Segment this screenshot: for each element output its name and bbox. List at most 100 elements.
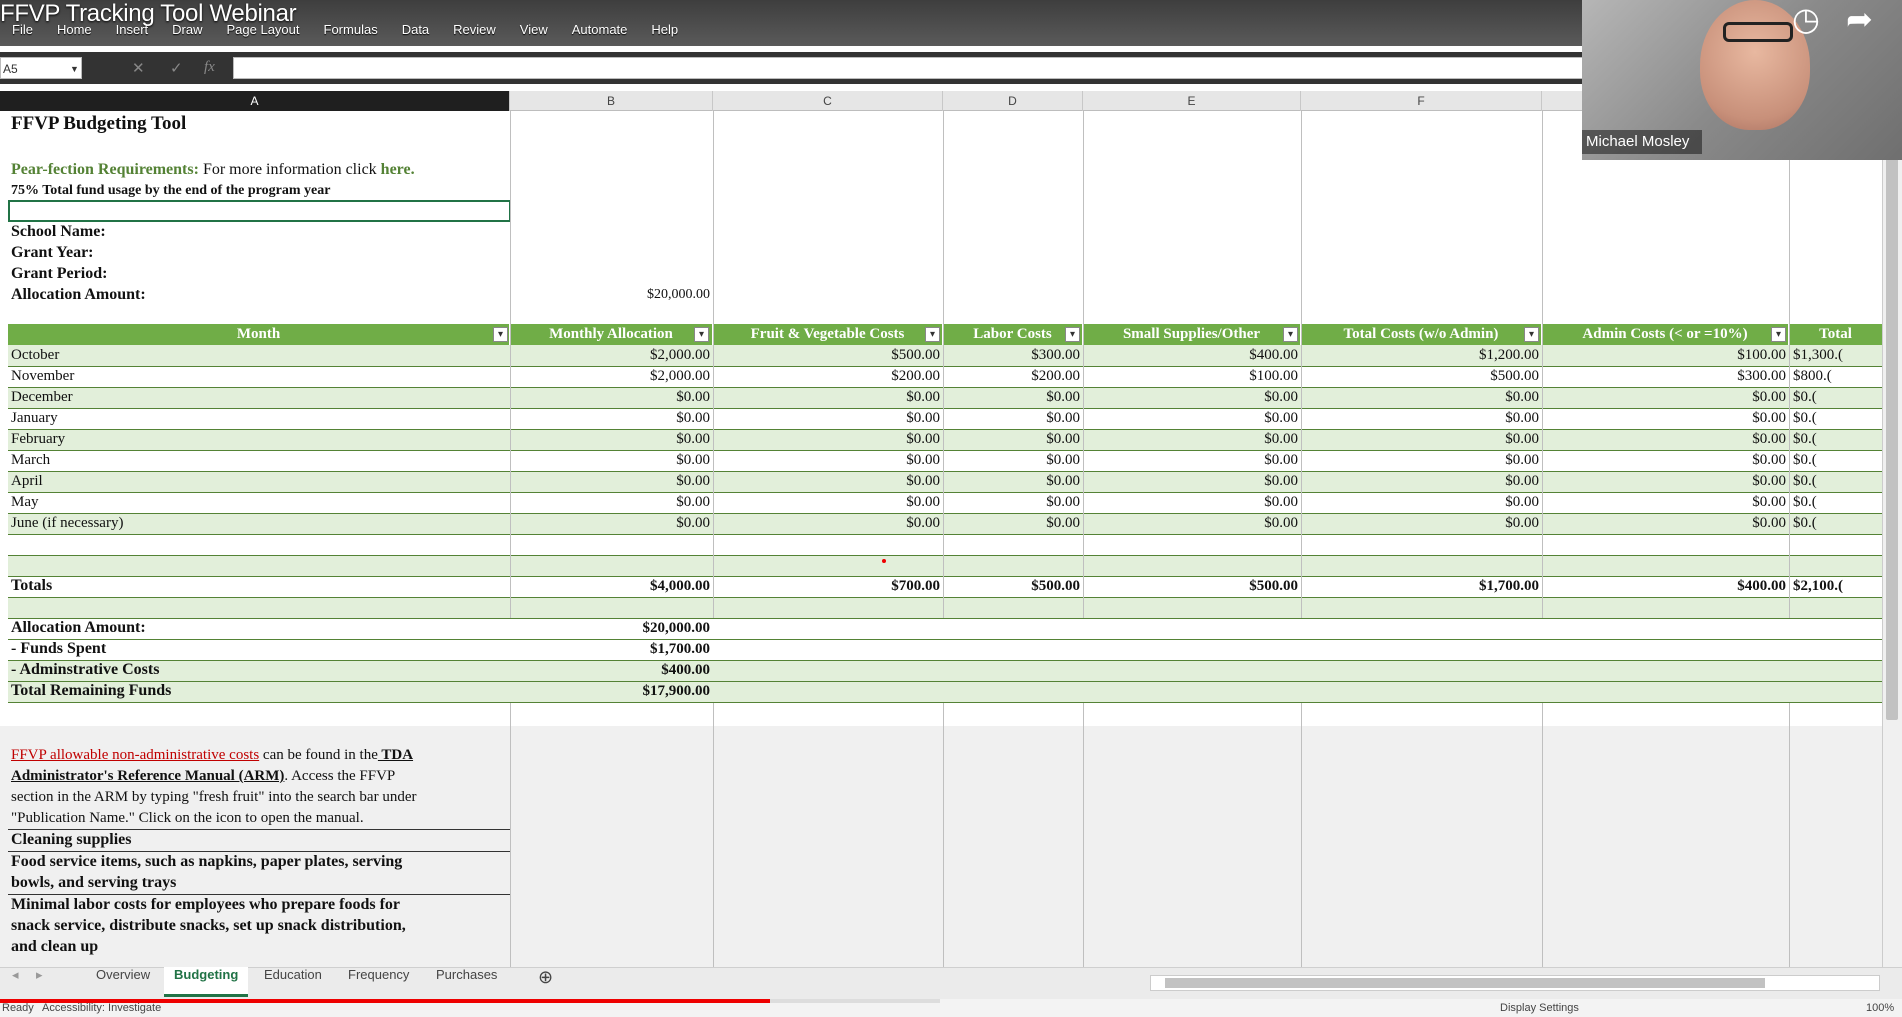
- tab-budgeting[interactable]: Budgeting: [164, 967, 249, 997]
- cell-month[interactable]: November: [11, 366, 506, 386]
- cell-small-supplies-cost[interactable]: $0.00: [1086, 471, 1298, 491]
- cell-fruit-vegetable-cost[interactable]: $0.00: [716, 513, 940, 533]
- cell-monthly-allocation[interactable]: $0.00: [513, 429, 710, 449]
- cell-month[interactable]: March: [11, 450, 506, 470]
- cell-labor-cost[interactable]: $0.00: [946, 492, 1080, 512]
- menu-home[interactable]: Home: [45, 19, 104, 41]
- cell-monthly-allocation[interactable]: $0.00: [513, 450, 710, 470]
- menu-help[interactable]: Help: [639, 19, 690, 41]
- filter-dropdown-icon[interactable]: ▾: [1065, 327, 1080, 342]
- cell-total-cost[interactable]: $0.00: [1304, 429, 1539, 449]
- cell-total[interactable]: $0.(: [1793, 471, 1882, 491]
- cell-small-supplies-cost[interactable]: $100.00: [1086, 366, 1298, 386]
- cell-admin-cost[interactable]: $100.00: [1545, 345, 1786, 365]
- cell-total-cost[interactable]: $0.00: [1304, 450, 1539, 470]
- allowable-costs-link[interactable]: FFVP allowable non-administrative costs: [11, 747, 259, 763]
- add-sheet-icon[interactable]: ⊕: [528, 967, 563, 997]
- check-icon[interactable]: ✓: [170, 59, 183, 77]
- cell-month[interactable]: January: [11, 408, 506, 428]
- cell-month[interactable]: December: [11, 387, 506, 407]
- filter-dropdown-icon[interactable]: ▾: [493, 327, 508, 342]
- cell-small-supplies-cost[interactable]: $0.00: [1086, 429, 1298, 449]
- cell-monthly-allocation[interactable]: $0.00: [513, 492, 710, 512]
- column-header-e[interactable]: E: [1083, 91, 1301, 111]
- cell-admin-cost[interactable]: $0.00: [1545, 492, 1786, 512]
- tab-scroll-right-icon[interactable]: ▸: [26, 967, 53, 997]
- cell-total-cost[interactable]: $0.00: [1304, 471, 1539, 491]
- selected-cell[interactable]: [8, 200, 511, 222]
- cell-fruit-vegetable-cost[interactable]: $0.00: [716, 408, 940, 428]
- filter-dropdown-icon[interactable]: ▾: [925, 327, 940, 342]
- cell-total-cost[interactable]: $0.00: [1304, 387, 1539, 407]
- arm-link-part2[interactable]: Administrator's Reference Manual (ARM): [11, 768, 284, 784]
- tab-scroll-left-icon[interactable]: ◂: [2, 967, 29, 997]
- cell-monthly-allocation[interactable]: $0.00: [513, 408, 710, 428]
- cell-monthly-allocation[interactable]: $0.00: [513, 471, 710, 491]
- cell-monthly-allocation[interactable]: $0.00: [513, 513, 710, 533]
- cell-admin-cost[interactable]: $0.00: [1545, 471, 1786, 491]
- cell-fruit-vegetable-cost[interactable]: $0.00: [716, 387, 940, 407]
- cell-admin-cost[interactable]: $300.00: [1545, 366, 1786, 386]
- cell-monthly-allocation[interactable]: $2,000.00: [513, 366, 710, 386]
- cell-small-supplies-cost[interactable]: $0.00: [1086, 492, 1298, 512]
- filter-dropdown-icon[interactable]: ▾: [1283, 327, 1298, 342]
- cell-fruit-vegetable-cost[interactable]: $500.00: [716, 345, 940, 365]
- cell-small-supplies-cost[interactable]: $0.00: [1086, 387, 1298, 407]
- menu-automate[interactable]: Automate: [560, 19, 640, 41]
- menu-draw[interactable]: Draw: [160, 19, 214, 41]
- cell-labor-cost[interactable]: $0.00: [946, 387, 1080, 407]
- cell-admin-cost[interactable]: $0.00: [1545, 450, 1786, 470]
- cell-fruit-vegetable-cost[interactable]: $0.00: [716, 492, 940, 512]
- cell-admin-cost[interactable]: $0.00: [1545, 429, 1786, 449]
- tab-overview[interactable]: Overview: [86, 967, 160, 997]
- horizontal-scroll-thumb[interactable]: [1165, 978, 1765, 988]
- column-header-d[interactable]: D: [943, 91, 1083, 111]
- menu-file[interactable]: File: [0, 19, 45, 41]
- menu-review[interactable]: Review: [441, 19, 508, 41]
- cell-total[interactable]: $0.(: [1793, 492, 1882, 512]
- menu-view[interactable]: View: [508, 19, 560, 41]
- cell-total[interactable]: $0.(: [1793, 513, 1882, 533]
- cell-labor-cost[interactable]: $0.00: [946, 513, 1080, 533]
- display-settings[interactable]: Display Settings: [1500, 1002, 1579, 1014]
- cell-small-supplies-cost[interactable]: $0.00: [1086, 513, 1298, 533]
- vertical-scroll-thumb[interactable]: [1886, 150, 1898, 720]
- share-icon[interactable]: ➦: [1846, 0, 1873, 38]
- cell-admin-cost[interactable]: $0.00: [1545, 408, 1786, 428]
- cell-month[interactable]: October: [11, 345, 506, 365]
- cell-labor-cost[interactable]: $0.00: [946, 471, 1080, 491]
- cell-fruit-vegetable-cost[interactable]: $0.00: [716, 471, 940, 491]
- cell-fruit-vegetable-cost[interactable]: $0.00: [716, 450, 940, 470]
- cell-total[interactable]: $0.(: [1793, 387, 1882, 407]
- cell-total[interactable]: $0.(: [1793, 450, 1882, 470]
- menu-insert[interactable]: Insert: [104, 19, 161, 41]
- cancel-icon[interactable]: ✕: [132, 59, 145, 77]
- arm-link-part1[interactable]: TDA: [378, 747, 413, 763]
- cell-total-cost[interactable]: $0.00: [1304, 408, 1539, 428]
- filter-dropdown-icon[interactable]: ▾: [694, 327, 709, 342]
- cell-month[interactable]: February: [11, 429, 506, 449]
- tab-purchases[interactable]: Purchases: [426, 967, 507, 997]
- column-header-f[interactable]: F: [1301, 91, 1542, 111]
- cell-total[interactable]: $0.(: [1793, 408, 1882, 428]
- cell-fruit-vegetable-cost[interactable]: $0.00: [716, 429, 940, 449]
- filter-dropdown-icon[interactable]: ▾: [1524, 327, 1539, 342]
- column-header-b[interactable]: B: [510, 91, 713, 111]
- worksheet-grid[interactable]: FFVP Budgeting Tool Pear-fection Require…: [0, 111, 1882, 967]
- cell-labor-cost[interactable]: $0.00: [946, 450, 1080, 470]
- cell-total-cost[interactable]: $0.00: [1304, 513, 1539, 533]
- cell-month[interactable]: April: [11, 471, 506, 491]
- cell-total[interactable]: $800.(: [1793, 366, 1882, 386]
- clock-icon[interactable]: ◷: [1792, 0, 1820, 38]
- filter-dropdown-icon[interactable]: ▾: [1771, 327, 1786, 342]
- cell-month[interactable]: May: [11, 492, 506, 512]
- cell-total-cost[interactable]: $0.00: [1304, 492, 1539, 512]
- column-header-a[interactable]: A: [0, 91, 510, 111]
- cell-admin-cost[interactable]: $0.00: [1545, 387, 1786, 407]
- cell-labor-cost[interactable]: $0.00: [946, 408, 1080, 428]
- requirements-link[interactable]: here.: [381, 161, 415, 178]
- cell-labor-cost[interactable]: $200.00: [946, 366, 1080, 386]
- menu-page-layout[interactable]: Page Layout: [215, 19, 312, 41]
- tab-frequency[interactable]: Frequency: [338, 967, 419, 997]
- tab-education[interactable]: Education: [254, 967, 332, 997]
